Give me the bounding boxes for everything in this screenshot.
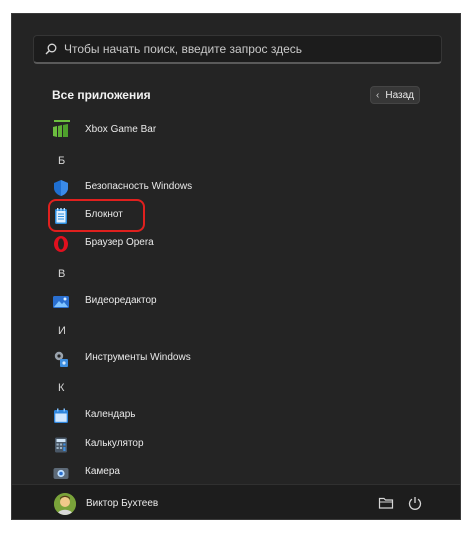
video-editor-icon xyxy=(53,296,69,308)
start-footer: Виктор Бухтеев xyxy=(12,484,460,519)
search-placeholder: Чтобы начать поиск, введите запрос здесь xyxy=(64,42,303,56)
windows-security-icon xyxy=(54,180,68,196)
app-label: Калькулятор xyxy=(85,438,144,449)
app-item-windows-security[interactable]: Безопасность Windows xyxy=(12,176,460,200)
avatar-image xyxy=(54,493,76,515)
power-icon[interactable] xyxy=(407,495,423,511)
user-name[interactable]: Виктор Бухтеев xyxy=(86,498,158,509)
app-item-xbox-game-bar[interactable]: Xbox Game Bar xyxy=(12,119,460,143)
highlight-frame xyxy=(48,199,145,232)
app-item-calculator[interactable]: Калькулятор xyxy=(12,433,460,457)
chevron-left-icon: ‹ xyxy=(376,89,380,101)
app-item-windows-tools[interactable]: Инструменты Windows xyxy=(12,347,460,371)
windows-tools-icon xyxy=(54,351,68,367)
letter-header-v[interactable]: В xyxy=(58,268,65,280)
app-item-calendar[interactable]: Календарь xyxy=(12,404,460,428)
all-apps-title: Все приложения xyxy=(52,88,151,102)
app-label: Камера xyxy=(85,466,120,477)
app-item-camera[interactable]: Камера xyxy=(12,461,460,485)
xbox-game-bar-icon xyxy=(53,124,68,137)
app-label: Видеоредактор xyxy=(85,295,157,306)
app-label: Календарь xyxy=(85,409,136,420)
camera-icon xyxy=(53,468,69,479)
opera-icon xyxy=(54,236,68,252)
letter-header-k[interactable]: К xyxy=(58,382,64,394)
app-item-opera[interactable]: Браузер Opera xyxy=(12,232,460,256)
app-label: Инструменты Windows xyxy=(85,352,191,363)
start-menu: Чтобы начать поиск, введите запрос здесь… xyxy=(11,13,461,520)
folder-icon[interactable] xyxy=(378,495,394,511)
letter-header-b[interactable]: Б xyxy=(58,155,65,167)
calendar-icon xyxy=(54,408,68,423)
search-box[interactable]: Чтобы начать поиск, введите запрос здесь xyxy=(33,35,442,64)
app-item-video-editor[interactable]: Видеоредактор xyxy=(12,290,460,314)
calculator-icon xyxy=(55,437,67,453)
user-avatar[interactable] xyxy=(54,493,76,515)
back-label: Назад xyxy=(385,89,414,101)
search-icon xyxy=(45,43,57,55)
app-label: Браузер Opera xyxy=(85,237,154,248)
app-label: Безопасность Windows xyxy=(85,181,193,192)
letter-header-i[interactable]: И xyxy=(58,325,66,337)
back-button[interactable]: ‹ Назад xyxy=(370,86,420,104)
app-label: Xbox Game Bar xyxy=(85,124,157,135)
